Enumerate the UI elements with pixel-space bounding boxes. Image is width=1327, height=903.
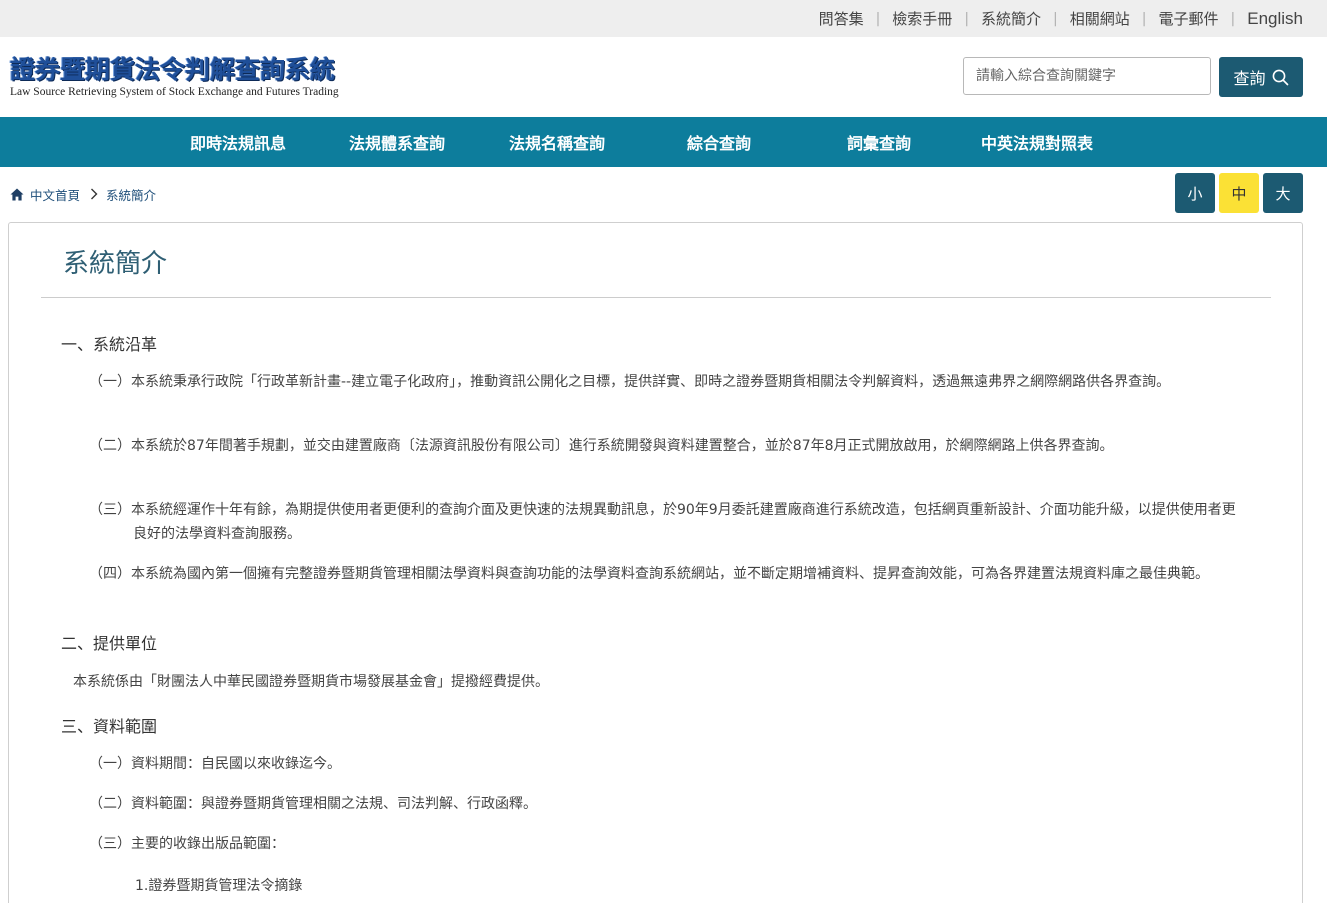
separator: | xyxy=(1230,10,1236,27)
top-utility-bar: 問答集 | 檢索手冊 | 系統簡介 | 相關網站 | 電子郵件 | Englis… xyxy=(0,0,1327,37)
separator: | xyxy=(964,10,970,27)
logo-subtitle: Law Source Retrieving System of Stock Ex… xyxy=(10,86,339,98)
content-panel: 系統簡介 一、系統沿革 （一）本系統秉承行政院「行政革新計畫--建立電子化政府」… xyxy=(8,222,1303,903)
nav-regulation-name[interactable]: 法規名稱查詢 xyxy=(509,117,605,167)
top-link-related-sites[interactable]: 相關網站 xyxy=(1070,8,1130,29)
font-size-large-button[interactable]: 大 xyxy=(1263,173,1303,213)
breadcrumb-current: 系統簡介 xyxy=(106,187,157,203)
list-item: （三）主要的收錄出版品範圍： xyxy=(89,836,285,852)
list-item: （二）本系統於87年間著手規劃，並交由建置廠商〔法源資訊股份有限公司〕進行系統開… xyxy=(89,438,1114,454)
section-heading: 一、系統沿革 xyxy=(61,335,158,354)
nav-regulation-system[interactable]: 法規體系查詢 xyxy=(349,117,445,167)
section-heading: 三、資料範圍 xyxy=(61,717,158,736)
top-link-email[interactable]: 電子郵件 xyxy=(1159,8,1219,29)
home-icon[interactable] xyxy=(10,188,24,201)
main-nav: 即時法規訊息 法規體系查詢 法規名稱查詢 綜合查詢 詞彙查詢 中英法規對照表 xyxy=(0,117,1327,167)
top-link-about[interactable]: 系統簡介 xyxy=(981,8,1041,29)
section-text: 本系統係由「財團法人中華民國證券暨期貨市場發展基金會」提撥經費提供。 xyxy=(73,674,549,690)
nav-bilingual-table[interactable]: 中英法規對照表 xyxy=(981,117,1093,167)
breadcrumb-home[interactable]: 中文首頁 xyxy=(30,185,80,204)
nav-comprehensive-search[interactable]: 綜合查詢 xyxy=(687,117,751,167)
section-heading: 二、提供單位 xyxy=(61,634,158,653)
top-link-english[interactable]: English xyxy=(1247,9,1303,29)
list-item: （二）資料範圍：與證券暨期貨管理相關之法規、司法判解、行政函釋。 xyxy=(89,796,537,812)
separator: | xyxy=(1053,10,1058,27)
font-size-small-button[interactable]: 小 xyxy=(1175,173,1215,213)
logo-title: 證券暨期貨法令判解查詢系統 xyxy=(10,55,336,84)
list-item: （三）本系統經運作十年有餘，為期提供使用者更便利的查詢介面及更快速的法規異動訊息… xyxy=(89,502,1236,542)
list-item: （一）資料期間：自民國以來收錄迄今。 xyxy=(89,756,341,772)
font-size-medium-button[interactable]: 中 xyxy=(1219,173,1259,213)
site-header: 證券暨期貨法令判解查詢系統 Law Source Retrieving Syst… xyxy=(0,37,1327,117)
chevron-right-icon xyxy=(90,188,98,200)
separator: | xyxy=(875,10,881,27)
list-item: （四）本系統為國內第一個擁有完整證券暨期貨管理相關法學資料與查詢功能的法學資料查… xyxy=(89,566,1209,582)
title-divider xyxy=(41,297,1271,298)
top-link-manual[interactable]: 檢索手冊 xyxy=(892,8,952,29)
nav-glossary-search[interactable]: 詞彙查詢 xyxy=(847,117,911,167)
separator: | xyxy=(1141,10,1147,27)
search-button-label: 查詢 xyxy=(1233,69,1266,88)
list-item: （一）本系統秉承行政院「行政革新計畫--建立電子化政府」，推動資訊公開化之目標，… xyxy=(89,374,1171,390)
search-input[interactable] xyxy=(963,57,1211,95)
sub-list-item: 1.證券暨期貨管理法令摘錄 xyxy=(135,878,303,894)
site-logo[interactable]: 證券暨期貨法令判解查詢系統 Law Source Retrieving Syst… xyxy=(10,55,339,99)
top-links: 問答集 | 檢索手冊 | 系統簡介 | 相關網站 | 電子郵件 | Englis… xyxy=(819,0,1303,37)
search-button[interactable]: 查詢 xyxy=(1219,57,1303,97)
search-icon xyxy=(1272,69,1288,85)
page-title: 系統簡介 xyxy=(63,249,168,279)
nav-realtime-updates[interactable]: 即時法規訊息 xyxy=(190,117,286,167)
top-link-faq[interactable]: 問答集 xyxy=(819,8,864,29)
breadcrumb: 中文首頁 系統簡介 xyxy=(10,184,156,204)
